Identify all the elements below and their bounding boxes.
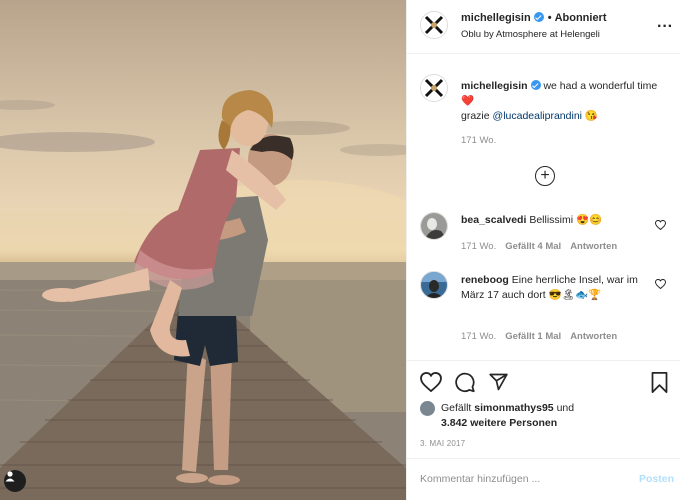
commenter-avatar[interactable] — [420, 212, 448, 240]
comment-bubble-icon[interactable] — [454, 372, 476, 393]
more-horizontal-icon[interactable]: ··· — [657, 18, 673, 36]
comment-time[interactable]: 171 Wo. — [461, 241, 496, 252]
verified-badge-icon — [530, 80, 541, 90]
load-more-comments-button[interactable]: + — [535, 166, 555, 186]
comment-bar: Posten — [407, 458, 680, 500]
comment-time[interactable]: 171 Wo. — [461, 331, 496, 342]
comment-reply-button[interactable]: Antworten — [570, 241, 617, 252]
header-separator: • — [547, 12, 552, 24]
liker-avatar[interactable] — [420, 401, 435, 416]
photo-illustration — [0, 90, 406, 500]
follow-button[interactable]: Abonniert — [555, 12, 607, 24]
post-location[interactable]: Oblu by Atmosphere at Helengeli — [461, 29, 600, 40]
caption-username[interactable]: michellegisin — [461, 80, 528, 92]
post-header: michellegisin • Abonniert Oblu by Atmosphe… — [407, 0, 680, 54]
post-side-panel: michellegisin • Abonniert Oblu by Atmosphe… — [406, 0, 680, 500]
liker-username[interactable]: simonmathys95 — [474, 402, 553, 414]
comment-like-heart-icon[interactable] — [655, 220, 666, 230]
plus-icon: + — [540, 167, 550, 184]
kiss-emoji: 😘 — [584, 110, 598, 122]
caption-author-avatar[interactable] — [420, 74, 448, 102]
caption-mention-link[interactable]: @lucadealiprandini — [493, 110, 582, 122]
comment-emojis: 😎🏝🐟🏆 — [548, 289, 602, 301]
author-username[interactable]: michellegisin — [461, 12, 531, 24]
bookmark-icon[interactable] — [650, 372, 669, 393]
post-photo[interactable] — [0, 0, 406, 500]
heart-outline-icon[interactable] — [420, 372, 442, 392]
comment-like-heart-icon[interactable] — [655, 279, 666, 289]
post-actions: Gefällt simonmathys95 und 3.842 weitere … — [407, 360, 680, 456]
author-avatar[interactable] — [420, 11, 448, 39]
caption-text: we had a wonderful time — [543, 80, 658, 92]
comment-meta: 171 Wo. Gefällt 1 Mal Antworten — [461, 331, 626, 342]
comment-reply-button[interactable]: Antworten — [570, 331, 617, 342]
heart-emoji: ❤️ — [461, 95, 475, 107]
likes-conjunction: und — [556, 402, 575, 414]
paper-plane-icon[interactable] — [488, 372, 509, 392]
comment-likes[interactable]: Gefällt 4 Mal — [505, 241, 561, 252]
post-comment-button[interactable]: Posten — [639, 473, 674, 485]
likes-summary: Gefällt simonmathys95 und 3.842 weitere … — [420, 401, 574, 431]
comment-body: bea_scalvedi Bellissimi 😍😊 — [461, 213, 649, 228]
likes-others-link[interactable]: 3.842 weitere Personen — [441, 417, 557, 429]
verified-badge-icon — [533, 12, 544, 22]
comment-body: reneboog Eine herrliche Insel, war im Mä… — [461, 273, 649, 303]
post-caption: michellegisin we had a wonderful time❤️ … — [461, 79, 669, 124]
comment-input[interactable] — [420, 473, 620, 485]
comment-likes[interactable]: Gefällt 1 Mal — [505, 331, 561, 342]
comment-username[interactable]: reneboog — [461, 274, 509, 286]
caption-time[interactable]: 171 Wo. — [461, 135, 496, 146]
post-date[interactable]: 3. MAI 2017 — [420, 439, 465, 448]
comment-emojis: 😍😊 — [576, 214, 603, 226]
tagged-people-icon[interactable] — [4, 470, 26, 492]
likes-prefix: Gefällt — [441, 402, 472, 414]
comment-text: Bellissimi — [529, 214, 574, 226]
author-name-row: michellegisin • Abonniert — [461, 12, 607, 24]
commenter-avatar[interactable] — [420, 271, 448, 299]
caption-grazie: grazie — [461, 110, 490, 122]
likes-text: Gefällt simonmathys95 und 3.842 weitere … — [441, 401, 574, 431]
comment-meta: 171 Wo. Gefällt 4 Mal Antworten — [461, 241, 626, 252]
comment-username[interactable]: bea_scalvedi — [461, 214, 526, 226]
